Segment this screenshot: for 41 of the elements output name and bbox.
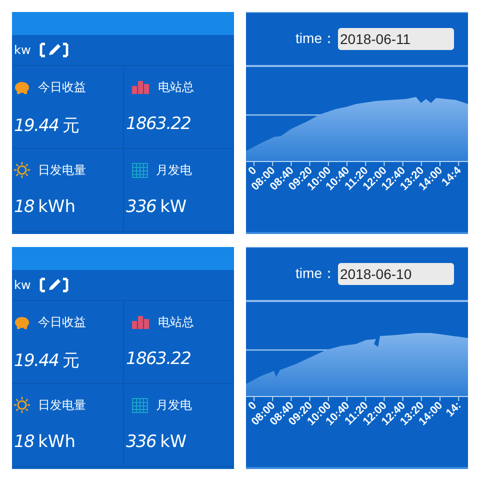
stat-unit: kW [160,432,187,452]
calendar-icon [132,162,148,178]
stat-unit: kWh [38,197,76,217]
stat-value: 19.44 [14,351,59,371]
power-unit: kw [14,43,31,57]
time-label: time： [296,30,336,48]
stat-label: 月发电 [156,396,192,414]
edit-button[interactable] [38,277,69,293]
bar-chart-icon [132,80,150,94]
stat-label: 日发电量 [38,162,86,178]
calendar-icon [132,398,148,412]
time-label: time： [296,265,336,283]
stat-label: 月发电 [156,162,192,178]
power-unit: kw [14,278,31,292]
edit-button[interactable] [38,42,69,58]
stat-value: 1863.22 [126,114,191,134]
stat-value: 18 [14,432,34,452]
pencil-icon [38,42,69,58]
stat-value: 336 [126,432,156,452]
date-field[interactable]: 2018-06-10 [338,263,454,285]
stat-label: 电站总 [158,314,194,330]
stat-label: 今日收益 [38,314,86,330]
stat-label: 电站总 [158,78,194,96]
stat-unit: 元 [62,350,80,372]
stat-unit: 元 [62,115,80,137]
bar-chart-icon [132,315,150,329]
stat-label: 今日收益 [38,78,86,96]
sun-icon [14,162,30,178]
stat-unit: kWh [38,432,76,452]
sun-icon [14,397,30,413]
stat-value: 18 [14,197,34,217]
stat-label: 日发电量 [38,396,86,414]
stat-value: 19.44 [14,116,59,136]
piggy-bank-icon [14,315,30,329]
stat-unit: kW [160,197,187,217]
stat-value: 1863.22 [126,349,191,369]
piggy-bank-icon [14,80,30,94]
date-field[interactable]: 2018-06-11 [338,28,454,50]
tick-label: 14: [444,400,464,420]
stat-value: 336 [126,197,156,217]
pencil-icon [38,277,69,293]
